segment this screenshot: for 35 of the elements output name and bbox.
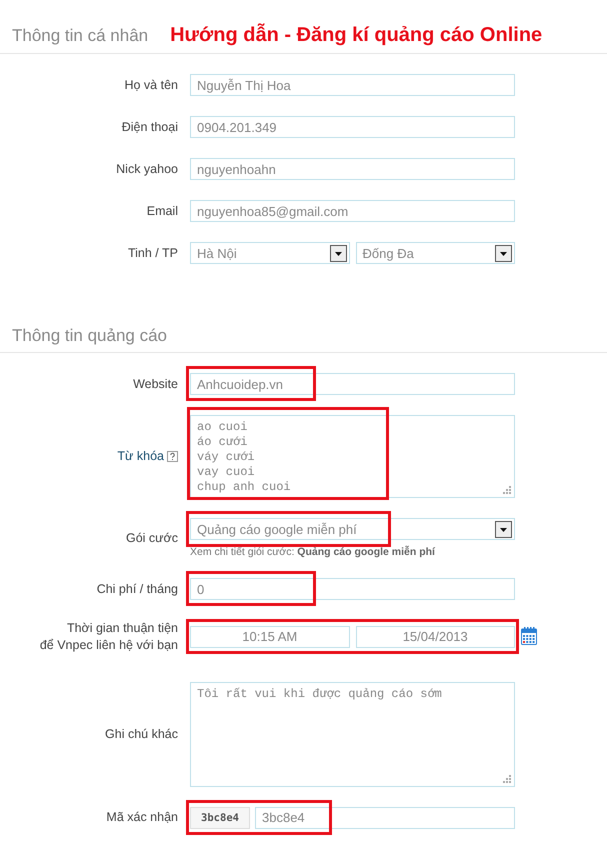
text-area[interactable]: Tôi rất vui khi được quảng cáo sớm bbox=[190, 682, 515, 787]
captcha-code: 3bc8e4 bbox=[190, 806, 250, 829]
text-field[interactable]: nguyenhoa85@gmail.com bbox=[190, 200, 515, 222]
field-label: Tinh / TP bbox=[128, 244, 178, 262]
field-label: Ghi chú khác bbox=[105, 726, 178, 743]
help-icon[interactable] bbox=[167, 451, 178, 462]
text-field[interactable]: 0 bbox=[190, 578, 515, 600]
field-label: Chi phí / tháng bbox=[96, 580, 178, 598]
dropdown[interactable]: Đống Đa bbox=[356, 242, 515, 264]
dropdown[interactable]: Quảng cáo google miễn phí bbox=[190, 518, 515, 540]
field-label: Từ khóa bbox=[117, 448, 164, 465]
field-label: Email bbox=[146, 202, 178, 220]
text-field[interactable]: 0904.201.349 bbox=[190, 116, 515, 138]
text-field[interactable]: 3bc8e4 bbox=[255, 806, 515, 829]
hint-text: Xem chi tiết giói cước: Quảng cáo google miễn phí bbox=[190, 546, 436, 558]
text-field[interactable]: 15/04/2013 bbox=[356, 626, 515, 648]
resize-grip-icon[interactable] bbox=[502, 485, 511, 494]
text-field[interactable]: Nguyễn Thị Hoa bbox=[190, 74, 515, 96]
field-label: Gói cước bbox=[126, 530, 178, 546]
page-title: Hướng dẫn - Đăng kí quảng cáo Online bbox=[170, 24, 542, 47]
text-field[interactable]: 10:15 AM bbox=[190, 626, 350, 648]
text-area[interactable]: ao cuoi áo cưới váy cưới vay cuoi chup anh cuoi bbox=[190, 415, 515, 498]
text-field[interactable]: Anhcuoidep.vn bbox=[190, 373, 515, 395]
field-label: Thời gian thuận tiện để Vnpec liên hệ với bạn bbox=[40, 620, 178, 654]
field-label: Website bbox=[133, 376, 178, 392]
field-label: Mã xác nhận bbox=[106, 809, 178, 826]
dropdown[interactable]: Hà Nội bbox=[190, 242, 350, 264]
section-heading: Thông tin cá nhân bbox=[12, 26, 148, 46]
field-label: Họ và tên bbox=[124, 76, 178, 94]
section-heading: Thông tin quảng cáo bbox=[12, 326, 168, 346]
field-label: Điện thoại bbox=[122, 118, 178, 136]
text-field[interactable]: nguyenhoahn bbox=[190, 158, 515, 180]
calendar-icon[interactable] bbox=[521, 626, 537, 645]
field-label: Nick yahoo bbox=[116, 160, 178, 178]
resize-grip-icon[interactable] bbox=[502, 774, 511, 783]
